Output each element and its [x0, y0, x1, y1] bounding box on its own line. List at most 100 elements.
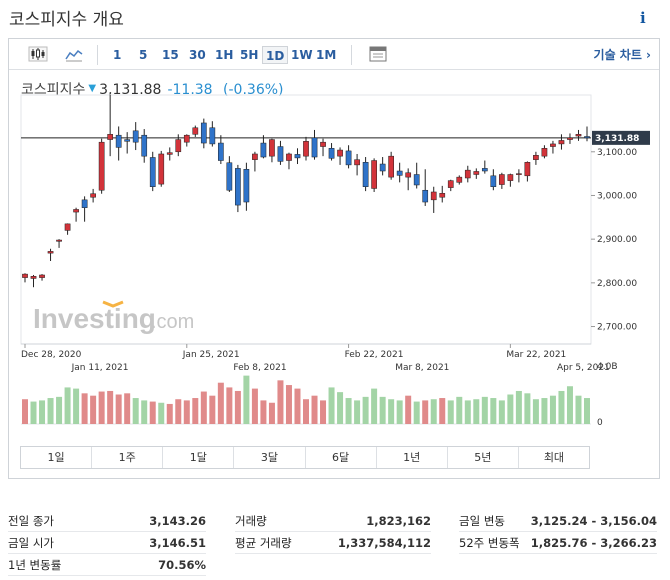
- price-tick-label: 2,700.00: [597, 323, 637, 333]
- volume-bar: [39, 400, 46, 424]
- candle-body: [396, 170, 403, 176]
- candle-body: [550, 143, 556, 147]
- candle-body: [498, 174, 505, 185]
- price-chart[interactable]: 2,700.00 2,800.00 2,900.00 3,000.00 3,100.00…: [9, 39, 659, 444]
- candle-body: [175, 139, 182, 153]
- volume-bar: [30, 401, 37, 424]
- volume-bar: [234, 390, 241, 424]
- volume-bar: [22, 399, 28, 424]
- watermark-brand: Investing: [33, 303, 156, 334]
- volume-bar: [413, 401, 420, 424]
- candle-body: [73, 209, 79, 213]
- stat-open: 금일 시가 3,146.51: [8, 532, 206, 554]
- volume-bar: [149, 401, 156, 424]
- candle-body: [311, 137, 318, 158]
- stat-1y-change: 1년 변동률 70.56%: [8, 554, 206, 576]
- range-tab-5y[interactable]: 5년: [448, 447, 519, 468]
- volume-bar: [362, 396, 369, 424]
- volume-bar: [243, 375, 250, 424]
- volume-bar: [158, 402, 165, 424]
- candle-body: [464, 169, 471, 179]
- candle-body: [107, 134, 114, 140]
- candle-body: [473, 171, 480, 175]
- volume-bar: [473, 399, 480, 424]
- price-tick-label: 2,800.00: [597, 279, 637, 289]
- candle-body: [294, 154, 301, 159]
- volume-bar: [515, 390, 522, 424]
- range-tab-1m[interactable]: 1달: [163, 447, 235, 468]
- volume-bar: [328, 387, 335, 424]
- volume-bar: [498, 400, 505, 424]
- volume-zero-label: 0: [597, 418, 603, 428]
- volume-bar: [422, 400, 429, 424]
- volume-bar: [354, 400, 361, 424]
- volume-bar: [575, 395, 582, 424]
- range-tab-6m[interactable]: 6달: [306, 447, 377, 468]
- candle-body: [481, 168, 488, 172]
- range-tab-1d[interactable]: 1일: [21, 447, 93, 468]
- volume-bar: [524, 393, 531, 424]
- candle-body: [354, 159, 360, 166]
- candle-body: [260, 142, 267, 158]
- price-tick-label: 3,100.00: [597, 148, 637, 158]
- volume-bar: [532, 399, 539, 424]
- volume-bar: [558, 390, 565, 424]
- candle-body: [252, 153, 258, 160]
- volume-bar: [124, 393, 131, 424]
- volume-bar: [396, 400, 403, 424]
- volume-bar: [132, 398, 139, 424]
- candle-body: [132, 130, 139, 143]
- range-tab-1y[interactable]: 1년: [377, 447, 448, 468]
- volume-bar: [303, 399, 309, 424]
- page-title: 코스피지수 개요: [9, 10, 124, 30]
- volume-bar: [294, 388, 301, 424]
- info-button[interactable]: i: [640, 9, 646, 27]
- candle-body: [141, 134, 148, 157]
- volume-bar: [192, 398, 199, 424]
- stat-prev-close: 전일 종가 3,143.26: [8, 510, 206, 532]
- candle-body: [533, 155, 539, 160]
- volume-bar: [141, 400, 148, 424]
- stat-52wk-range: 52주 변동폭 1,825.76 - 3,266.23: [459, 532, 657, 554]
- candle-body: [405, 172, 412, 178]
- candle-body: [345, 150, 352, 166]
- candle-body: [235, 168, 241, 206]
- volume-bar: [584, 398, 590, 424]
- volume-bar: [175, 399, 182, 424]
- candle-body: [209, 127, 216, 145]
- volume-bar: [98, 391, 105, 424]
- volume-bar: [405, 395, 412, 424]
- volume-bar: [541, 398, 548, 424]
- volume-bar: [320, 400, 327, 424]
- candle-body: [388, 155, 395, 178]
- candle-body: [124, 139, 131, 142]
- candle-body: [541, 148, 548, 157]
- candle-body: [158, 153, 165, 185]
- volume-bar: [311, 395, 318, 424]
- candle-body: [567, 137, 573, 140]
- date-label: Feb 8, 2021: [233, 363, 286, 373]
- volume-bar: [81, 393, 88, 424]
- candle-body: [507, 174, 514, 181]
- candle-body: [337, 149, 343, 157]
- watermark-suffix: .com: [151, 311, 194, 333]
- volume-max-label: 4.0B: [597, 362, 618, 372]
- candle-body: [456, 176, 463, 183]
- candle-body: [558, 140, 565, 145]
- date-label: Dec 28, 2020: [21, 350, 82, 360]
- date-label: Jan 11, 2021: [71, 363, 129, 373]
- volume-bar: [447, 400, 454, 424]
- range-tab-3m[interactable]: 3달: [234, 447, 306, 468]
- date-label: Mar 22, 2021: [506, 350, 566, 360]
- volume-bar: [166, 403, 173, 424]
- volume-bar: [490, 398, 497, 424]
- candle-body: [328, 148, 335, 159]
- volume-bar: [251, 388, 258, 424]
- range-tab-max[interactable]: 최대: [519, 447, 589, 468]
- candle-body: [430, 191, 437, 201]
- candle-body: [64, 223, 71, 231]
- candle-body: [98, 141, 105, 191]
- range-tab-1w[interactable]: 1주: [92, 447, 164, 468]
- volume-bar: [337, 392, 344, 424]
- volume-bar: [388, 399, 395, 424]
